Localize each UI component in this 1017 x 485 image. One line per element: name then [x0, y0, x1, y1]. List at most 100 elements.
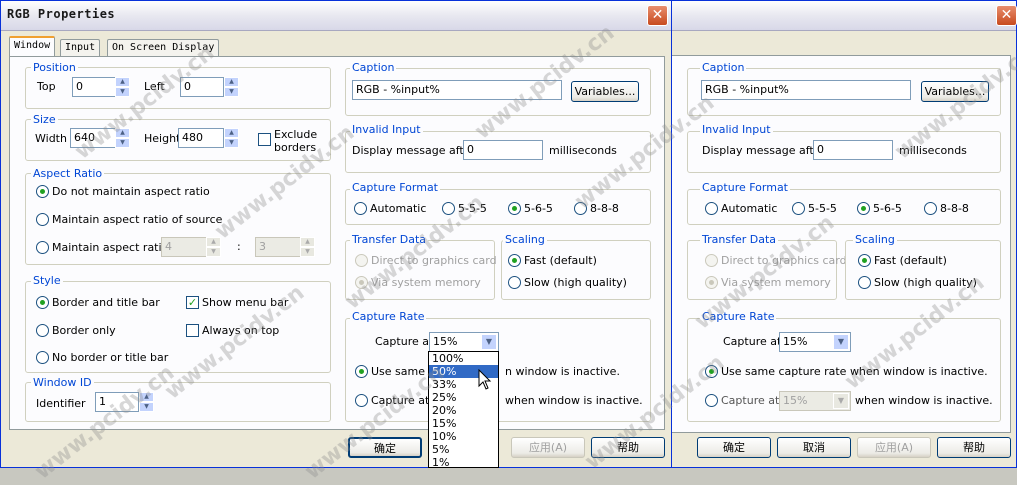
spin-up-icon[interactable]: ▲	[300, 237, 315, 247]
aspect-none-radio[interactable]	[36, 185, 49, 198]
spin-up-icon[interactable]: ▲	[224, 77, 239, 87]
dropdown-option[interactable]: 10%	[429, 430, 498, 443]
style-border-only-radio[interactable]	[36, 324, 49, 337]
bg-cancel-button[interactable]: 取消	[777, 437, 851, 458]
spin-down-icon[interactable]: ▼	[139, 402, 154, 412]
tab-on-screen-display[interactable]: On Screen Display	[107, 39, 220, 57]
close-icon[interactable]: ✕	[996, 5, 1017, 26]
bg-format-automatic-radio[interactable]	[705, 202, 718, 215]
bg-via-memory-label: Via system memory	[721, 276, 831, 289]
bg-capture-at2-combo[interactable]: 15% ▼	[779, 391, 851, 411]
top-input[interactable]: 0	[72, 77, 116, 97]
bg-use-same-label: Use same capture rate when window is ina…	[721, 365, 988, 378]
bg-use-same-radio[interactable]	[705, 365, 718, 378]
scaling-slow-radio[interactable]	[508, 276, 521, 289]
dropdown-option[interactable]: 5%	[429, 443, 498, 456]
display-message-input[interactable]: 0	[463, 140, 543, 160]
bg-via-memory-radio[interactable]	[705, 276, 718, 289]
chevron-down-icon[interactable]: ▼	[481, 334, 497, 350]
use-same-rate-radio[interactable]	[355, 365, 368, 378]
capture-at2-radio[interactable]	[355, 394, 368, 407]
ratio-b-input[interactable]: 3	[255, 237, 301, 257]
identifier-input[interactable]: 1	[95, 392, 139, 412]
bg-variables-button[interactable]: Variables...	[921, 81, 989, 102]
bg-scaling-slow-radio[interactable]	[858, 276, 871, 289]
exclude-borders-checkbox[interactable]	[258, 133, 271, 146]
ratio-a-input[interactable]: 4	[161, 237, 207, 257]
close-icon[interactable]: ✕	[647, 5, 668, 26]
dropdown-option[interactable]: 100%	[429, 352, 498, 365]
chevron-down-icon[interactable]: ▼	[833, 334, 849, 350]
capture-format-legend: Capture Format	[350, 181, 440, 194]
spin-down-icon[interactable]: ▼	[224, 138, 239, 148]
bg-scaling-fast-radio[interactable]	[858, 254, 871, 267]
dropdown-option[interactable]: 25%	[429, 391, 498, 404]
left-input[interactable]: 0	[180, 77, 224, 97]
caption-input[interactable]: RGB - %input%	[352, 80, 562, 100]
tab-window[interactable]: Window	[9, 36, 56, 57]
spin-up-icon[interactable]: ▲	[224, 128, 239, 138]
format-555-radio[interactable]	[442, 202, 455, 215]
capture-at-label: Capture at	[375, 335, 434, 348]
help-button[interactable]: 帮助	[591, 437, 665, 458]
via-memory-radio[interactable]	[355, 276, 368, 289]
bg-capture-at-combo[interactable]: 15% ▼	[779, 332, 851, 352]
inactive-label: when window is inactive.	[505, 394, 643, 407]
format-automatic-radio[interactable]	[354, 202, 367, 215]
scaling-fast-label: Fast (default)	[524, 254, 597, 267]
spin-down-icon[interactable]: ▼	[115, 138, 130, 148]
always-on-top-checkbox[interactable]	[186, 324, 199, 337]
style-border-title-radio[interactable]	[36, 296, 49, 309]
width-input[interactable]: 640	[70, 128, 116, 148]
capture-at-combo[interactable]: 15% ▼	[429, 332, 499, 352]
spin-down-icon[interactable]: ▼	[300, 247, 315, 257]
bg-display-message-input[interactable]: 0	[813, 140, 893, 160]
ratio-b-spinner[interactable]: ▲ ▼	[300, 237, 315, 257]
aspect-custom-label: Maintain aspect ratio	[52, 241, 169, 254]
dropdown-option[interactable]: 1%	[429, 456, 498, 469]
use-same-rate-label-start: Use same c	[371, 365, 435, 378]
spin-down-icon[interactable]: ▼	[115, 87, 130, 97]
height-spinner[interactable]: ▲ ▼	[224, 128, 239, 148]
bg-capture-format-legend: Capture Format	[700, 181, 790, 194]
top-spinner[interactable]: ▲ ▼	[115, 77, 130, 97]
variables-button[interactable]: Variables...	[571, 81, 639, 102]
scaling-fast-radio[interactable]	[508, 254, 521, 267]
identifier-spinner[interactable]: ▲ ▼	[139, 392, 154, 412]
chevron-down-icon[interactable]: ▼	[833, 393, 849, 409]
height-input[interactable]: 480	[178, 128, 224, 148]
dropdown-option[interactable]: 20%	[429, 404, 498, 417]
spin-up-icon[interactable]: ▲	[139, 392, 154, 402]
bg-direct-graphics-radio[interactable]	[705, 254, 718, 267]
spin-down-icon[interactable]: ▼	[206, 247, 221, 257]
style-no-border-radio[interactable]	[36, 351, 49, 364]
left-spinner[interactable]: ▲ ▼	[224, 77, 239, 97]
bg-ok-button[interactable]: 确定	[697, 437, 771, 458]
apply-button[interactable]: 应用(A)	[511, 437, 585, 458]
bg-format-888-radio[interactable]	[924, 202, 937, 215]
spin-up-icon[interactable]: ▲	[115, 77, 130, 87]
format-565-radio[interactable]	[508, 202, 521, 215]
spin-up-icon[interactable]: ▲	[115, 128, 130, 138]
bg-format-automatic-label: Automatic	[721, 202, 778, 215]
direct-graphics-radio[interactable]	[355, 254, 368, 267]
spin-up-icon[interactable]: ▲	[206, 237, 221, 247]
bg-help-button[interactable]: 帮助	[937, 437, 1011, 458]
spin-down-icon[interactable]: ▼	[224, 87, 239, 97]
milliseconds-label: milliseconds	[549, 144, 617, 157]
bg-caption-input[interactable]: RGB - %input%	[701, 80, 911, 100]
tab-input[interactable]: Input	[60, 39, 101, 57]
bg-capture-at2-radio[interactable]	[705, 394, 718, 407]
ok-button[interactable]: 确定	[348, 437, 422, 458]
width-spinner[interactable]: ▲ ▼	[115, 128, 130, 148]
dropdown-option[interactable]: 15%	[429, 417, 498, 430]
bg-format-565-radio[interactable]	[857, 202, 870, 215]
ratio-a-spinner[interactable]: ▲ ▼	[206, 237, 221, 257]
bg-capture-at2-value: 15%	[783, 394, 808, 407]
show-menu-bar-checkbox[interactable]: ✓	[186, 296, 199, 309]
aspect-source-radio[interactable]	[36, 213, 49, 226]
format-888-radio[interactable]	[574, 202, 587, 215]
aspect-custom-radio[interactable]	[36, 241, 49, 254]
bg-apply-button[interactable]: 应用(A)	[857, 437, 931, 458]
bg-format-555-radio[interactable]	[792, 202, 805, 215]
